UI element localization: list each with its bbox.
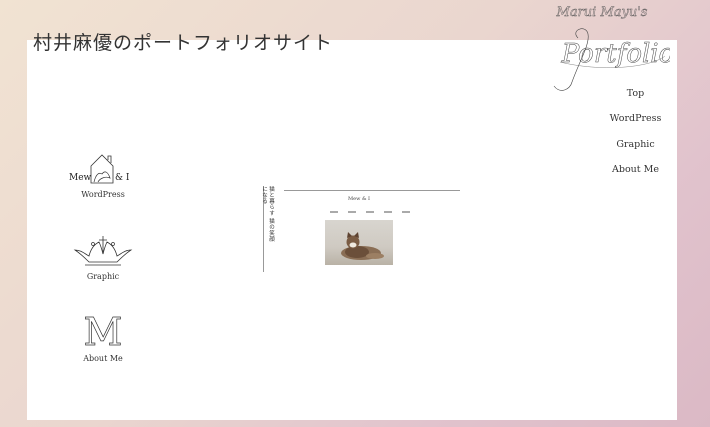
nav-about-me[interactable]: About Me	[612, 162, 659, 187]
preview-horizontal-rule	[284, 190, 460, 191]
portfolio-logo[interactable]: Marui Mayu's Portfolio	[540, 0, 675, 100]
work-preview[interactable]: 猫と暮らす 猫の笑顔になる Mew & I	[258, 186, 463, 276]
preview-cat-photo	[325, 220, 393, 265]
preview-nav-dash	[330, 211, 338, 213]
monogram-letter: M	[84, 310, 123, 350]
work-card-about-me[interactable]: M About Me	[58, 310, 148, 363]
work-label-graphic: Graphic	[86, 272, 120, 281]
crown-icon	[73, 236, 133, 266]
cat-image-icon	[341, 232, 384, 260]
logo-text-and-i: & I	[115, 173, 130, 183]
work-label-about-me: About Me	[83, 354, 123, 363]
work-card-wordpress[interactable]: Mew & I WordPress	[58, 152, 148, 199]
monogram-m-icon: M	[83, 310, 123, 350]
preview-nav-dash	[348, 211, 356, 213]
preview-nav-dash	[384, 211, 392, 213]
work-card-graphic[interactable]: Graphic	[58, 232, 148, 281]
preview-mini-logo: Mew & I	[348, 196, 370, 202]
global-nav: Top WordPress Graphic About Me	[588, 86, 683, 187]
preview-vertical-text: 猫と暮らす 猫の笑顔になる	[261, 186, 274, 243]
logo-text-main: Portfolio	[561, 39, 670, 69]
logo-text-mew: Mew	[69, 173, 92, 183]
portfolio-logo-icon: Marui Mayu's Portfolio	[553, 5, 675, 91]
preview-mini-nav	[330, 210, 410, 214]
logo-text-top: Marui Mayu's	[556, 5, 648, 20]
nav-graphic[interactable]: Graphic	[616, 137, 654, 162]
page-title: 村井麻優のポートフォリオサイト	[33, 32, 334, 54]
nav-wordpress[interactable]: WordPress	[610, 111, 662, 136]
work-label-wordpress: WordPress	[81, 190, 125, 199]
preview-nav-dash	[402, 211, 410, 213]
mew-and-i-logo-icon: Mew & I	[69, 154, 130, 184]
nav-top[interactable]: Top	[627, 86, 644, 111]
preview-nav-dash	[366, 211, 374, 213]
